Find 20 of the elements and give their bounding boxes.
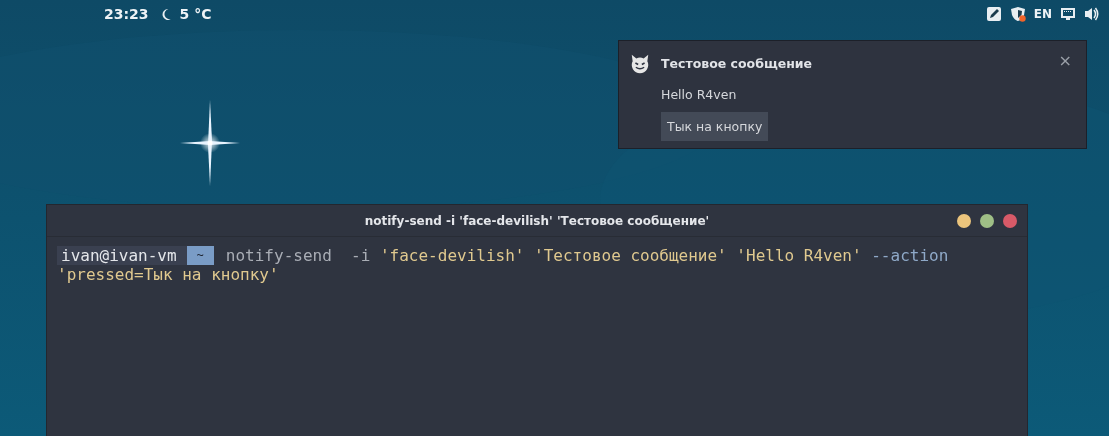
minimize-button[interactable] [957, 213, 971, 228]
keyboard-layout[interactable]: EN [1033, 7, 1052, 21]
window-title: notify-send -i 'face-devilish' 'Тестовое сообщение' [363, 213, 711, 228]
weather-temperature[interactable]: 5 °C [179, 6, 212, 22]
devil-face-icon [629, 53, 651, 75]
prompt-path: ~ [186, 246, 214, 265]
command-line: notify-send -i 'face-devilish' 'Тестовое сообщение' 'Hello R4ven' --action [225, 246, 949, 265]
shield-icon[interactable] [1009, 6, 1026, 22]
action-button[interactable]: Тык на кнопку [661, 112, 769, 141]
close-button[interactable] [1003, 213, 1017, 228]
prompt-user-host: ivan@ivan-vm [57, 246, 187, 265]
close-button[interactable]: × [1054, 51, 1076, 70]
moon-icon [160, 7, 172, 21]
notification-title: Тестовое сообщение [661, 56, 814, 71]
network-icon[interactable] [1060, 6, 1076, 22]
clock[interactable]: 23:23 [104, 6, 149, 22]
command-line: 'pressed=Тык на кнопку' [57, 265, 279, 284]
volume-icon[interactable] [1084, 6, 1100, 22]
maximize-button[interactable] [980, 213, 994, 228]
notification-body: Hello R4ven [661, 87, 738, 102]
